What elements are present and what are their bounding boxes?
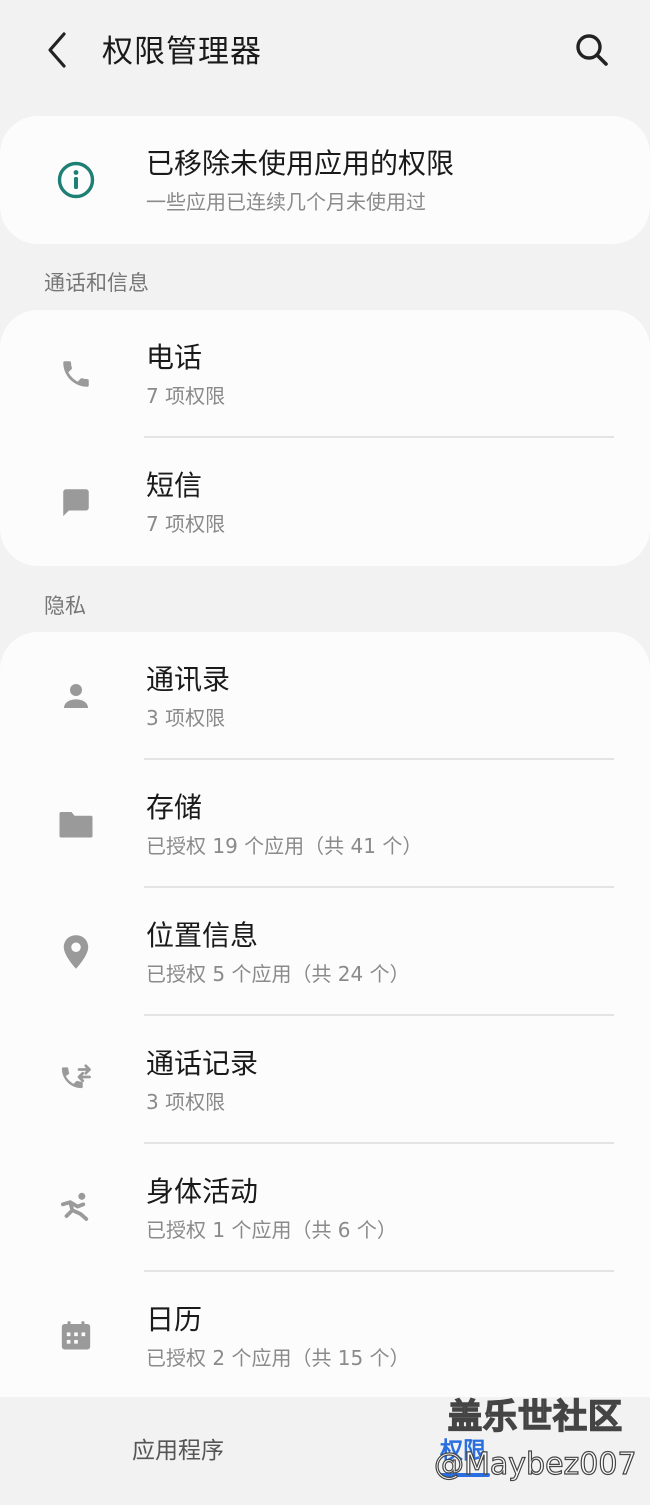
message-icon	[52, 478, 100, 526]
watermark-handle: @Maybez007	[433, 1446, 637, 1482]
item-title: 通话记录	[146, 1047, 259, 1080]
banner-subtitle: 一些应用已连续几个月未使用过	[146, 190, 426, 214]
item-subtitle: 7 项权限	[146, 512, 226, 536]
item-subtitle: 已授权 19 个应用（共 41 个）	[146, 834, 423, 858]
section-label-calls: 通话和信息	[44, 271, 149, 295]
info-icon	[52, 156, 100, 204]
back-arrow-icon	[48, 32, 66, 68]
item-title: 通讯录	[146, 663, 231, 696]
bottom-tab-bar: 应用程序 权限 盖乐世社区 @Maybez007	[0, 1396, 650, 1505]
item-title: 位置信息	[146, 919, 259, 952]
back-button[interactable]	[36, 28, 80, 72]
item-subtitle: 3 项权限	[146, 1090, 226, 1114]
item-subtitle: 7 项权限	[146, 384, 226, 408]
list-item-call-log[interactable]: 通话记录 3 项权限	[0, 1016, 650, 1144]
banner-row[interactable]: 已移除未使用应用的权限 一些应用已连续几个月未使用过	[0, 116, 650, 244]
item-title: 身体活动	[146, 1175, 259, 1208]
search-button[interactable]	[570, 28, 614, 72]
search-icon	[576, 34, 608, 66]
item-subtitle: 已授权 5 个应用（共 24 个）	[146, 962, 410, 986]
list-item-storage[interactable]: 存储 已授权 19 个应用（共 41 个）	[0, 760, 650, 888]
phone-icon	[52, 350, 100, 398]
location-pin-icon	[52, 928, 100, 976]
list-item-location[interactable]: 位置信息 已授权 5 个应用（共 24 个）	[0, 888, 650, 1016]
section-label-privacy: 隐私	[44, 594, 86, 618]
item-subtitle: 已授权 2 个应用（共 15 个）	[146, 1346, 410, 1370]
person-icon	[52, 672, 100, 720]
item-title: 电话	[146, 341, 203, 374]
banner-title: 已移除未使用应用的权限	[146, 147, 455, 180]
list-item-calendar[interactable]: 日历 已授权 2 个应用（共 15 个）	[0, 1272, 650, 1400]
item-subtitle: 已授权 1 个应用（共 6 个）	[146, 1218, 397, 1242]
watermark-site: 盖乐世社区	[447, 1396, 623, 1438]
list-item-contacts[interactable]: 通讯录 3 项权限	[0, 632, 650, 760]
page-title: 权限管理器	[102, 34, 262, 70]
folder-icon	[52, 800, 100, 848]
unused-apps-banner[interactable]: 已移除未使用应用的权限 一些应用已连续几个月未使用过	[0, 116, 650, 244]
app-header: 权限管理器	[0, 0, 650, 104]
privacy-card: 通讯录 3 项权限 存储 已授权 19 个应用（共 41 个） 位置信息 已授权…	[0, 632, 650, 1432]
running-person-icon	[52, 1184, 100, 1232]
list-item-phone[interactable]: 电话 7 项权限	[0, 310, 650, 438]
item-subtitle: 3 项权限	[146, 706, 226, 730]
item-title: 短信	[146, 469, 203, 502]
call-log-icon	[52, 1056, 100, 1104]
calls-card: 电话 7 项权限 短信 7 项权限	[0, 310, 650, 566]
list-item-sms[interactable]: 短信 7 项权限	[0, 438, 650, 566]
list-item-activity[interactable]: 身体活动 已授权 1 个应用（共 6 个）	[0, 1144, 650, 1272]
item-title: 存储	[146, 791, 203, 824]
tab-apps[interactable]: 应用程序	[132, 1435, 224, 1467]
item-title: 日历	[146, 1303, 203, 1336]
calendar-icon	[52, 1312, 100, 1360]
